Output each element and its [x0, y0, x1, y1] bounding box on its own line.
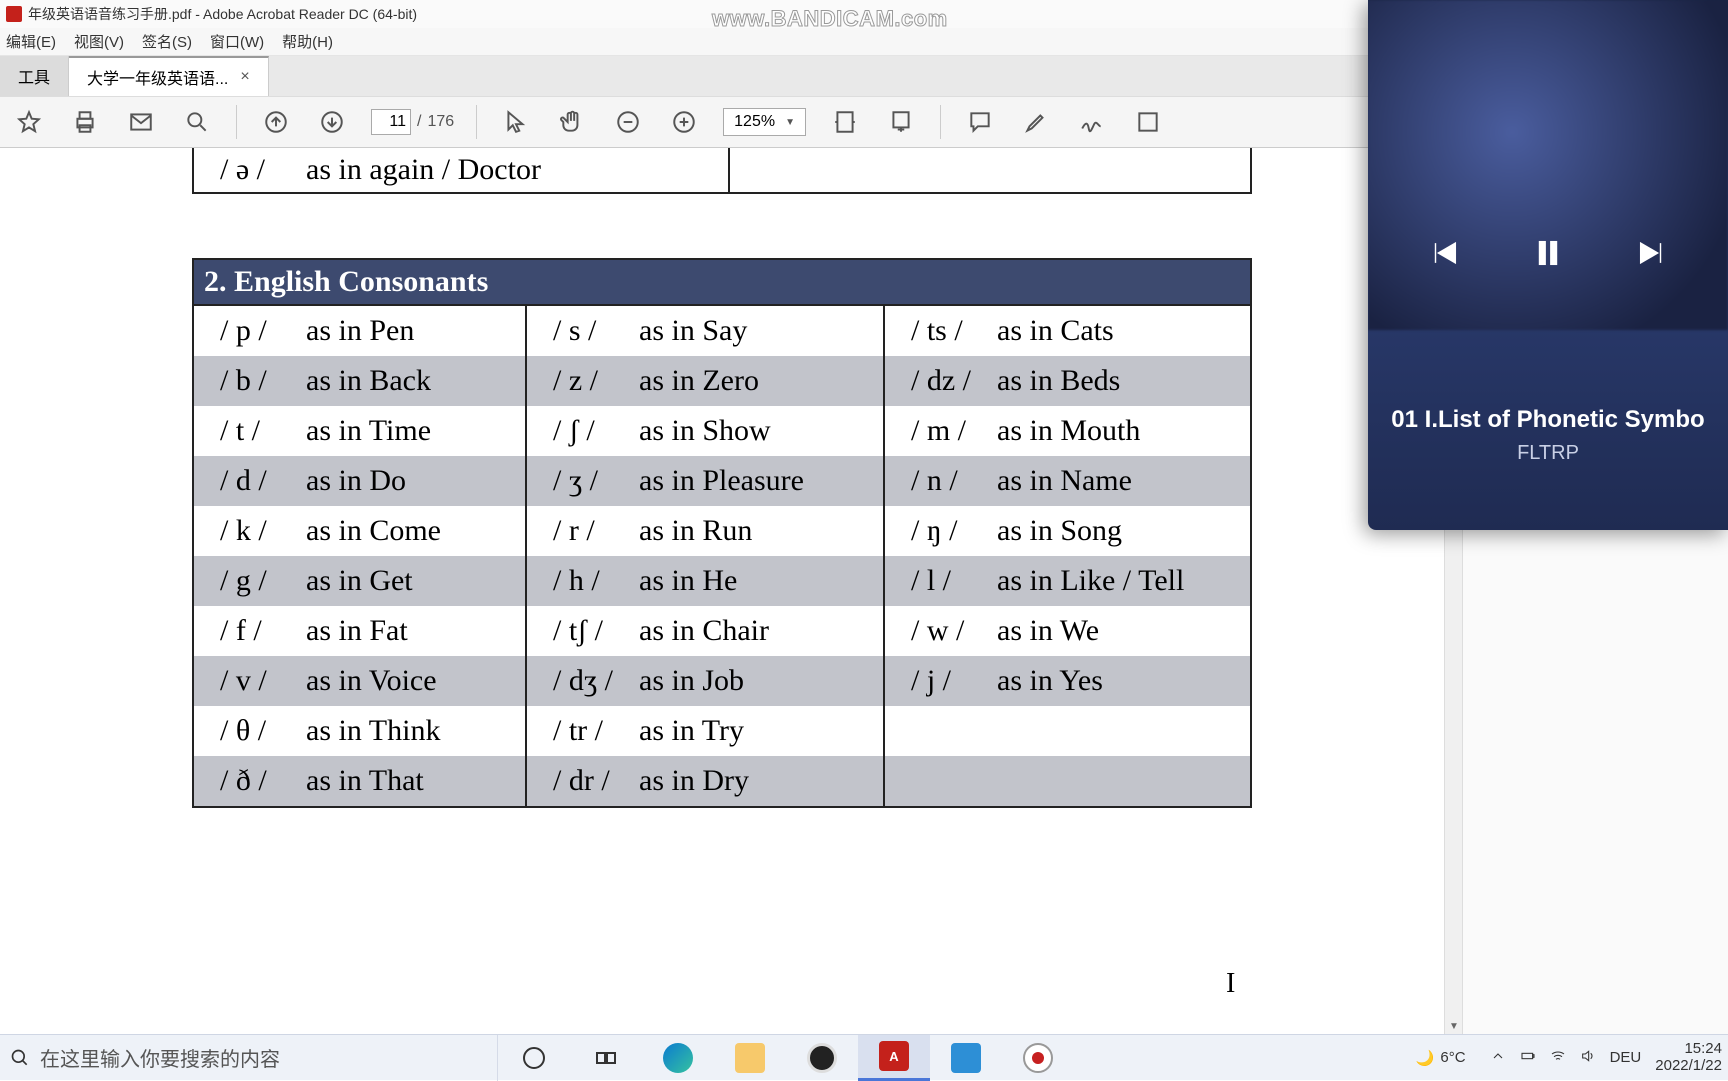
page-current-input[interactable]: [371, 109, 411, 135]
table-row: / v /as in Voice/ dʒ /as in Job/ j /as i…: [194, 656, 1250, 706]
separator: [476, 105, 477, 139]
window-title: 年级英语语音练习手册.pdf - Adobe Acrobat Reader DC…: [28, 4, 417, 24]
consonants-table: / p /as in Pen/ s /as in Say/ ts /as in …: [192, 304, 1252, 808]
vowel-example: as in again / Doctor: [306, 153, 541, 187]
search-icon[interactable]: [180, 105, 214, 139]
table-row: / t /as in Time/ ʃ /as in Show/ m /as in…: [194, 406, 1250, 456]
tab-doc-label: 大学一年级英语语...: [87, 65, 228, 89]
section-title: 2. English Consonants: [192, 258, 1252, 304]
table-row: / d /as in Do/ ʒ /as in Pleasure/ n /as …: [194, 456, 1250, 506]
fit-width-icon[interactable]: [828, 105, 862, 139]
hand-icon[interactable]: [555, 105, 589, 139]
pdf-page: / ə / as in again / Doctor 2. English Co…: [192, 148, 1252, 808]
groove-icon[interactable]: [786, 1035, 858, 1081]
page-down-icon[interactable]: [315, 105, 349, 139]
menu-help[interactable]: 帮助(H): [282, 31, 333, 52]
cursor-icon[interactable]: [499, 105, 533, 139]
weather-widget[interactable]: 🌙 6°C: [1416, 1049, 1466, 1067]
vowel-symbol: / ə /: [194, 153, 306, 187]
explorer-icon[interactable]: [714, 1035, 786, 1081]
weather-temp: 6°C: [1440, 1049, 1465, 1066]
table-row: / ð /as in That/ dr /as in Dry: [194, 756, 1250, 806]
photos-icon[interactable]: [930, 1035, 1002, 1081]
separator: [236, 105, 237, 139]
tray-wifi-icon[interactable]: [1550, 1048, 1566, 1068]
page-total: 176: [427, 113, 454, 131]
menu-sign[interactable]: 签名(S): [142, 31, 192, 52]
search-placeholder: 在这里输入你要搜索的内容: [40, 1043, 280, 1072]
separator: [940, 105, 941, 139]
task-view-icon[interactable]: [570, 1035, 642, 1081]
mail-icon[interactable]: [124, 105, 158, 139]
page-indicator: / 176: [371, 109, 454, 135]
tray-clock[interactable]: 15:24 2022/1/22: [1655, 1041, 1722, 1074]
highlight-icon[interactable]: [1019, 105, 1053, 139]
table-row: / θ /as in Think/ tr /as in Try: [194, 706, 1250, 756]
tray-battery-icon[interactable]: [1520, 1048, 1536, 1068]
acrobat-icon[interactable]: A: [858, 1035, 930, 1081]
prev-track-icon[interactable]: [1427, 236, 1461, 275]
media-artist: FLTRP: [1368, 442, 1728, 465]
tab-tools[interactable]: 工具: [0, 56, 69, 96]
system-tray: 🌙 6°C DEU 15:24 2022/1/22: [1416, 1041, 1728, 1074]
text-cursor: I: [1226, 968, 1235, 1000]
media-title: 01 I.List of Phonetic Symbo: [1368, 406, 1728, 434]
media-overlay[interactable]: 01 I.List of Phonetic Symbo FLTRP: [1368, 0, 1728, 530]
media-controls: [1368, 236, 1728, 275]
tray-date: 2022/1/22: [1655, 1058, 1722, 1075]
menu-view[interactable]: 视图(V): [74, 31, 124, 52]
tray-chevron-icon[interactable]: [1490, 1048, 1506, 1068]
tray-time: 15:24: [1655, 1041, 1722, 1058]
table-row: / g /as in Get/ h /as in He/ l /as in Li…: [194, 556, 1250, 606]
weather-moon-icon: 🌙: [1416, 1049, 1435, 1067]
menu-edit[interactable]: 编辑(E): [6, 31, 56, 52]
zoom-selector[interactable]: 125% ▼: [723, 108, 806, 136]
pdf-icon: [6, 6, 22, 22]
tab-document[interactable]: 大学一年级英语语... ×: [69, 56, 269, 96]
zoom-value: 125%: [734, 113, 775, 131]
bandicam-watermark: www.BANDICAM.com: [712, 6, 948, 32]
vowel-row: / ə / as in again / Doctor: [192, 148, 1252, 194]
edge-icon[interactable]: [642, 1035, 714, 1081]
search-icon: [10, 1048, 30, 1068]
page-sep: /: [417, 113, 421, 131]
menu-window[interactable]: 窗口(W): [210, 31, 264, 52]
tab-close-icon[interactable]: ×: [240, 68, 249, 86]
page-up-icon[interactable]: [259, 105, 293, 139]
scroll-down-icon[interactable]: ▼: [1449, 1021, 1459, 1032]
recorder-icon[interactable]: [1002, 1035, 1074, 1081]
table-row: / b /as in Back/ z /as in Zero/ dz /as i…: [194, 356, 1250, 406]
table-row: / p /as in Pen/ s /as in Say/ ts /as in …: [194, 306, 1250, 356]
tray-language[interactable]: DEU: [1610, 1049, 1642, 1066]
zoom-out-icon[interactable]: [611, 105, 645, 139]
chevron-down-icon: ▼: [785, 117, 795, 128]
tab-tools-label: 工具: [18, 64, 50, 88]
cortana-icon[interactable]: [498, 1035, 570, 1081]
table-row: / k /as in Come/ r /as in Run/ ŋ /as in …: [194, 506, 1250, 556]
next-track-icon[interactable]: [1635, 236, 1669, 275]
taskbar: 在这里输入你要搜索的内容 A 🌙 6°C DEU 15:24 2022/1/22: [0, 1034, 1728, 1080]
taskbar-search[interactable]: 在这里输入你要搜索的内容: [0, 1035, 498, 1081]
taskbar-apps: A: [498, 1035, 1074, 1081]
pause-icon[interactable]: [1531, 236, 1565, 275]
album-art: [1368, 0, 1728, 330]
tray-volume-icon[interactable]: [1580, 1048, 1596, 1068]
more-tool-icon[interactable]: [1131, 105, 1165, 139]
star-icon[interactable]: [12, 105, 46, 139]
sign-icon[interactable]: [1075, 105, 1109, 139]
table-row: / f /as in Fat/ tʃ /as in Chair/ w /as i…: [194, 606, 1250, 656]
print-icon[interactable]: [68, 105, 102, 139]
document-viewport[interactable]: / ə / as in again / Doctor 2. English Co…: [0, 148, 1462, 1034]
fit-page-icon[interactable]: [884, 105, 918, 139]
zoom-in-icon[interactable]: [667, 105, 701, 139]
comment-icon[interactable]: [963, 105, 997, 139]
